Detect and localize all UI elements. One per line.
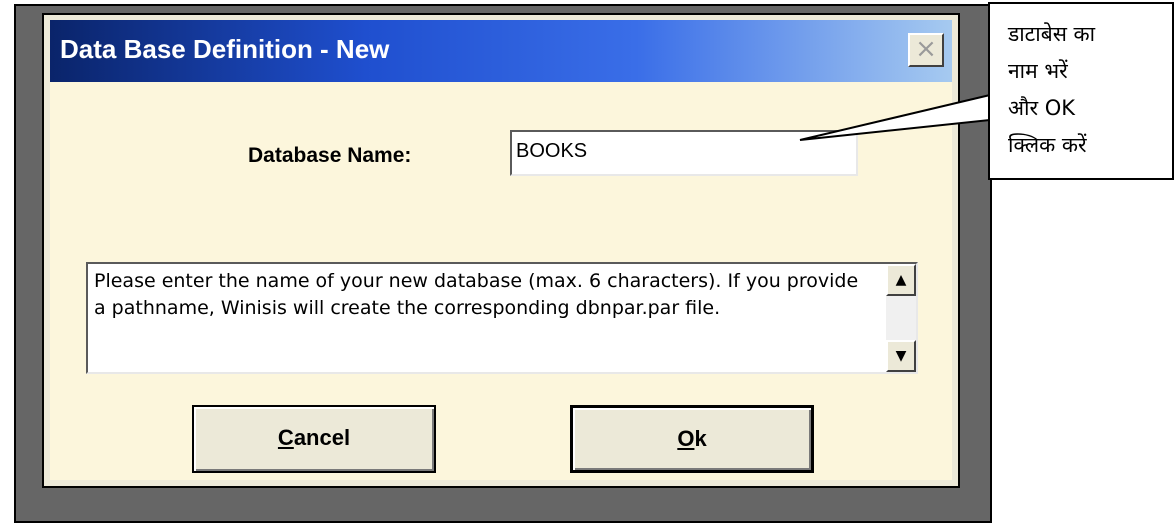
callout-line: डाटाबेस का <box>1008 22 1096 46</box>
callout-line: नाम भरें <box>1008 59 1068 83</box>
callout-line: क्लिक करें <box>1008 133 1087 157</box>
callout-text: डाटाबेस का नाम भरें और OK क्लिक करें <box>1008 16 1095 164</box>
instruction-callout: डाटाबेस का नाम भरें और OK क्लिक करें <box>988 2 1174 180</box>
callout-line: और OK <box>1008 96 1076 120</box>
